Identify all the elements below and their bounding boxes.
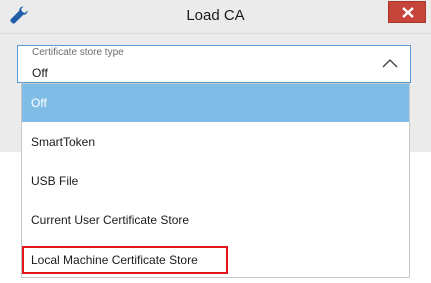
chevron-up-icon[interactable] (382, 58, 398, 68)
title-bar: Load CA (0, 0, 431, 34)
option-smarttoken[interactable]: SmartToken (22, 123, 409, 161)
option-label: Off (31, 96, 47, 110)
option-usb-file[interactable]: USB File (22, 162, 409, 200)
close-button[interactable] (388, 1, 426, 23)
close-icon (402, 7, 414, 18)
select-value: Off (32, 66, 48, 80)
window-title: Load CA (186, 7, 245, 24)
option-label: USB File (31, 174, 79, 188)
annotation-highlight-box (22, 246, 228, 274)
certificate-store-type-select[interactable]: Certificate store type Off (17, 45, 411, 83)
option-current-user-certificate-store[interactable]: Current User Certificate Store (22, 201, 409, 239)
option-label: SmartToken (31, 135, 96, 149)
option-off[interactable]: Off (22, 84, 409, 122)
option-label: Current User Certificate Store (31, 213, 190, 227)
select-label: Certificate store type (32, 47, 124, 58)
